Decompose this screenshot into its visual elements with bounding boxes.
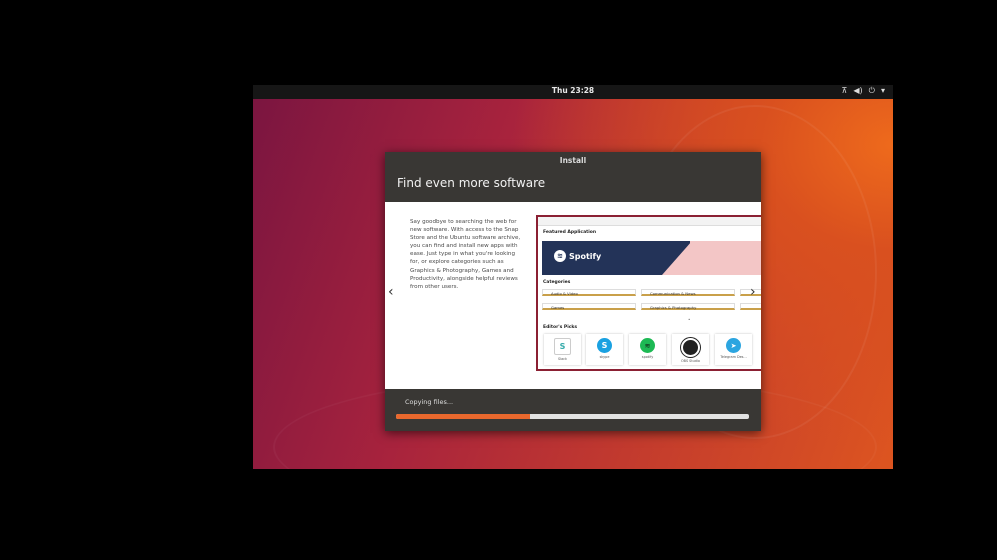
telegram-icon: ➤ (726, 338, 741, 353)
spotify-logo: ≋ Spotify (554, 250, 601, 262)
category-item: Graphics & Photography (641, 303, 735, 310)
preview-header-bar (538, 217, 761, 226)
banner-label: Spotify (569, 251, 602, 261)
software-center-preview: Featured Application ≋ Spotify Categorie… (536, 215, 761, 371)
slide-description: Say goodbye to searching the web for new… (410, 219, 521, 290)
category-item (740, 303, 761, 310)
slack-icon: S (554, 338, 571, 355)
category-item: Communication & News (641, 289, 735, 296)
progress-bar (396, 414, 749, 419)
network-icon[interactable]: ⊼ (842, 86, 848, 96)
pick-card: S skype (586, 334, 623, 365)
system-tray[interactable]: ⊼ ◀) ⏻ ▾ (842, 86, 885, 96)
progress-label: Copying files... (405, 398, 454, 406)
obs-icon (681, 338, 700, 357)
slideshow: Say goodbye to searching the web for new… (385, 202, 761, 389)
previous-slide-button[interactable]: ‹ (388, 284, 394, 300)
banner-decoration (690, 241, 761, 275)
pick-card: S Slack (544, 334, 581, 365)
pick-card: OBS Studio (672, 334, 709, 365)
featured-title: Featured Application (543, 230, 597, 235)
power-icon[interactable]: ⏻ (869, 86, 875, 96)
desktop: Thu 23:28 ⊼ ◀) ⏻ ▾ Install Find even mor… (253, 85, 893, 469)
install-dialog: Install Find even more software Say good… (385, 152, 761, 431)
category-item: Audio & Video (542, 289, 636, 296)
spotify-icon: ≋ (554, 250, 566, 262)
skype-icon: S (597, 338, 612, 353)
top-bar: Thu 23:28 ⊼ ◀) ⏻ ▾ (253, 85, 893, 99)
featured-banner: ≋ Spotify (542, 241, 761, 275)
next-slide-button[interactable]: › (750, 284, 756, 300)
slide-heading: Find even more software (397, 176, 546, 190)
pick-card: ➤ Telegram Des... (715, 334, 752, 365)
volume-icon[interactable]: ◀) (853, 86, 862, 96)
editors-picks-title: Editor's Picks (543, 325, 578, 330)
categories-title: Categories (543, 280, 571, 285)
pick-card: ≋ spotify (629, 334, 666, 365)
category-item: Games (542, 303, 636, 310)
spotify-icon: ≋ (640, 338, 655, 353)
dialog-title: Install (559, 156, 587, 165)
progress-fill (396, 414, 531, 419)
pager-dot: • (688, 317, 691, 322)
clock[interactable]: Thu 23:28 (253, 86, 893, 95)
menu-arrow-icon[interactable]: ▾ (881, 86, 885, 96)
